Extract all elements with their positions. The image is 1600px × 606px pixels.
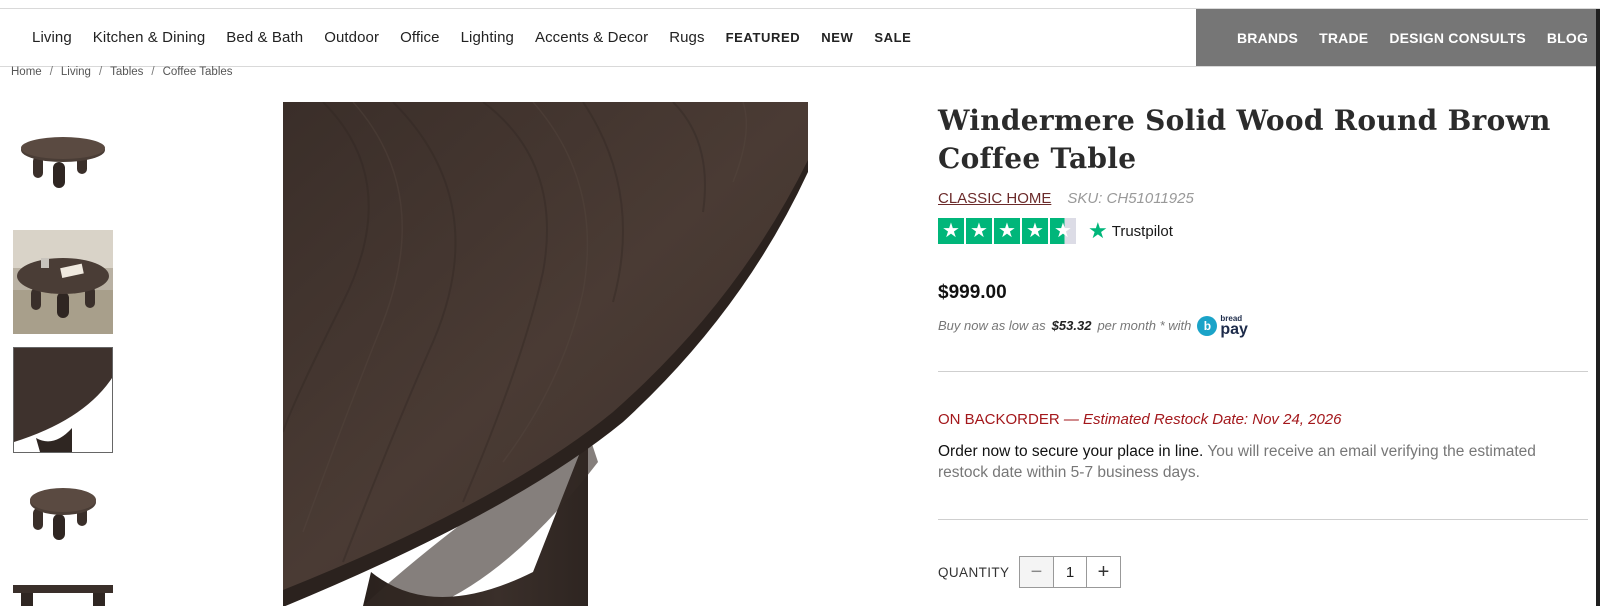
breadcrumb-home[interactable]: Home <box>11 66 42 78</box>
financing-offer[interactable]: Buy now as low as $53.32 per month * wit… <box>938 314 1248 338</box>
trustpilot-label: Trustpilot <box>1111 222 1173 240</box>
breadcrumb-coffee-tables[interactable]: Coffee Tables <box>163 66 233 78</box>
breadpay-logo[interactable]: b bread pay <box>1197 314 1248 338</box>
breadpay-icon: b <box>1197 315 1218 336</box>
nav-trade[interactable]: TRADE <box>1319 30 1368 46</box>
coffee-table-image <box>13 478 113 548</box>
quantity-stepper: − 1 + <box>1019 556 1121 588</box>
nav-new[interactable]: NEW <box>821 30 853 45</box>
star-icon: ★ <box>994 218 1020 244</box>
nav-living[interactable]: Living <box>32 29 72 46</box>
nav-blog[interactable]: BLOG <box>1547 30 1588 46</box>
brand-sku-row: CLASSIC HOME SKU: CH51011925 <box>938 190 1194 207</box>
brand-link[interactable]: CLASSIC HOME <box>938 190 1051 207</box>
order-note: Order now to secure your place in line. … <box>938 441 1588 483</box>
nav-rugs[interactable]: Rugs <box>669 29 704 46</box>
rating-stars[interactable]: ★ ★ ★ ★ ★ <box>938 218 1078 244</box>
star-icon: ★ <box>938 218 964 244</box>
breadcrumb-separator: / <box>49 66 53 78</box>
page-scrollbar[interactable] <box>1596 9 1600 606</box>
quantity-label: QUANTITY <box>938 565 1010 580</box>
coffee-table-image <box>13 585 113 606</box>
quantity-increase-button[interactable]: + <box>1087 557 1120 587</box>
thumbnail-1[interactable] <box>13 128 113 198</box>
category-nav: Living Kitchen & Dining Bed & Bath Outdo… <box>32 9 932 66</box>
thumbnail-2[interactable] <box>13 230 113 334</box>
divider <box>938 519 1588 520</box>
nav-sale[interactable]: SALE <box>874 30 911 45</box>
quantity-input[interactable]: 1 <box>1053 557 1087 587</box>
breadpay-big-text: pay <box>1220 321 1248 338</box>
nav-brands[interactable]: BRANDS <box>1237 30 1298 46</box>
nav-bed-bath[interactable]: Bed & Bath <box>226 29 303 46</box>
financing-amount: $53.32 <box>1051 318 1092 333</box>
utility-nav: BRANDS TRADE DESIGN CONSULTS BLOG <box>1196 9 1596 66</box>
restock-date: — Estimated Restock Date: Nov 24, 2026 <box>1063 411 1342 428</box>
trustpilot-logo[interactable]: ★ Trustpilot <box>1088 218 1173 244</box>
product-price: $999.00 <box>938 282 1007 303</box>
tabletop-closeup-image <box>14 348 112 452</box>
stock-status: ON BACKORDER — Estimated Restock Date: N… <box>938 411 1342 428</box>
financing-prefix: Buy now as low as <box>938 318 1046 333</box>
product-title: Windermere Solid Wood Round Brown Coffee… <box>938 104 1551 175</box>
thumbnail-5[interactable] <box>13 585 113 606</box>
order-note-strong: Order now to secure your place in line. <box>938 443 1204 460</box>
main-product-image[interactable] <box>283 102 808 606</box>
nav-outdoor[interactable]: Outdoor <box>324 29 379 46</box>
star-icon: ★ <box>1022 218 1048 244</box>
nav-accents-decor[interactable]: Accents & Decor <box>535 29 648 46</box>
quantity-decrease-button[interactable]: − <box>1020 557 1053 587</box>
breadcrumb-separator: / <box>151 66 155 78</box>
divider <box>938 371 1588 372</box>
nav-kitchen-dining[interactable]: Kitchen & Dining <box>93 29 206 46</box>
thumbnail-3-selected[interactable] <box>13 347 113 453</box>
backorder-label: ON BACKORDER <box>938 411 1060 428</box>
coffee-table-image <box>13 128 113 198</box>
main-nav: Living Kitchen & Dining Bed & Bath Outdo… <box>0 9 1600 67</box>
star-icon: ★ <box>966 218 992 244</box>
breadcrumb: Home / Living / Tables / Coffee Tables <box>11 66 233 78</box>
breadcrumb-tables[interactable]: Tables <box>110 66 143 78</box>
room-scene-image <box>13 230 113 334</box>
half-star-icon: ★ <box>1050 218 1076 244</box>
tabletop-closeup-image <box>283 102 808 606</box>
financing-suffix: per month * with <box>1097 318 1192 333</box>
thumbnail-4[interactable] <box>13 478 113 548</box>
nav-office[interactable]: Office <box>400 29 440 46</box>
trustpilot-star-icon: ★ <box>1088 218 1108 243</box>
breadcrumb-separator: / <box>98 66 103 78</box>
sku-text: SKU: CH51011925 <box>1067 190 1194 207</box>
nav-design-consults[interactable]: DESIGN CONSULTS <box>1389 30 1526 46</box>
nav-lighting[interactable]: Lighting <box>461 29 514 46</box>
breadcrumb-living[interactable]: Living <box>61 66 91 78</box>
nav-featured[interactable]: FEATURED <box>726 30 801 45</box>
